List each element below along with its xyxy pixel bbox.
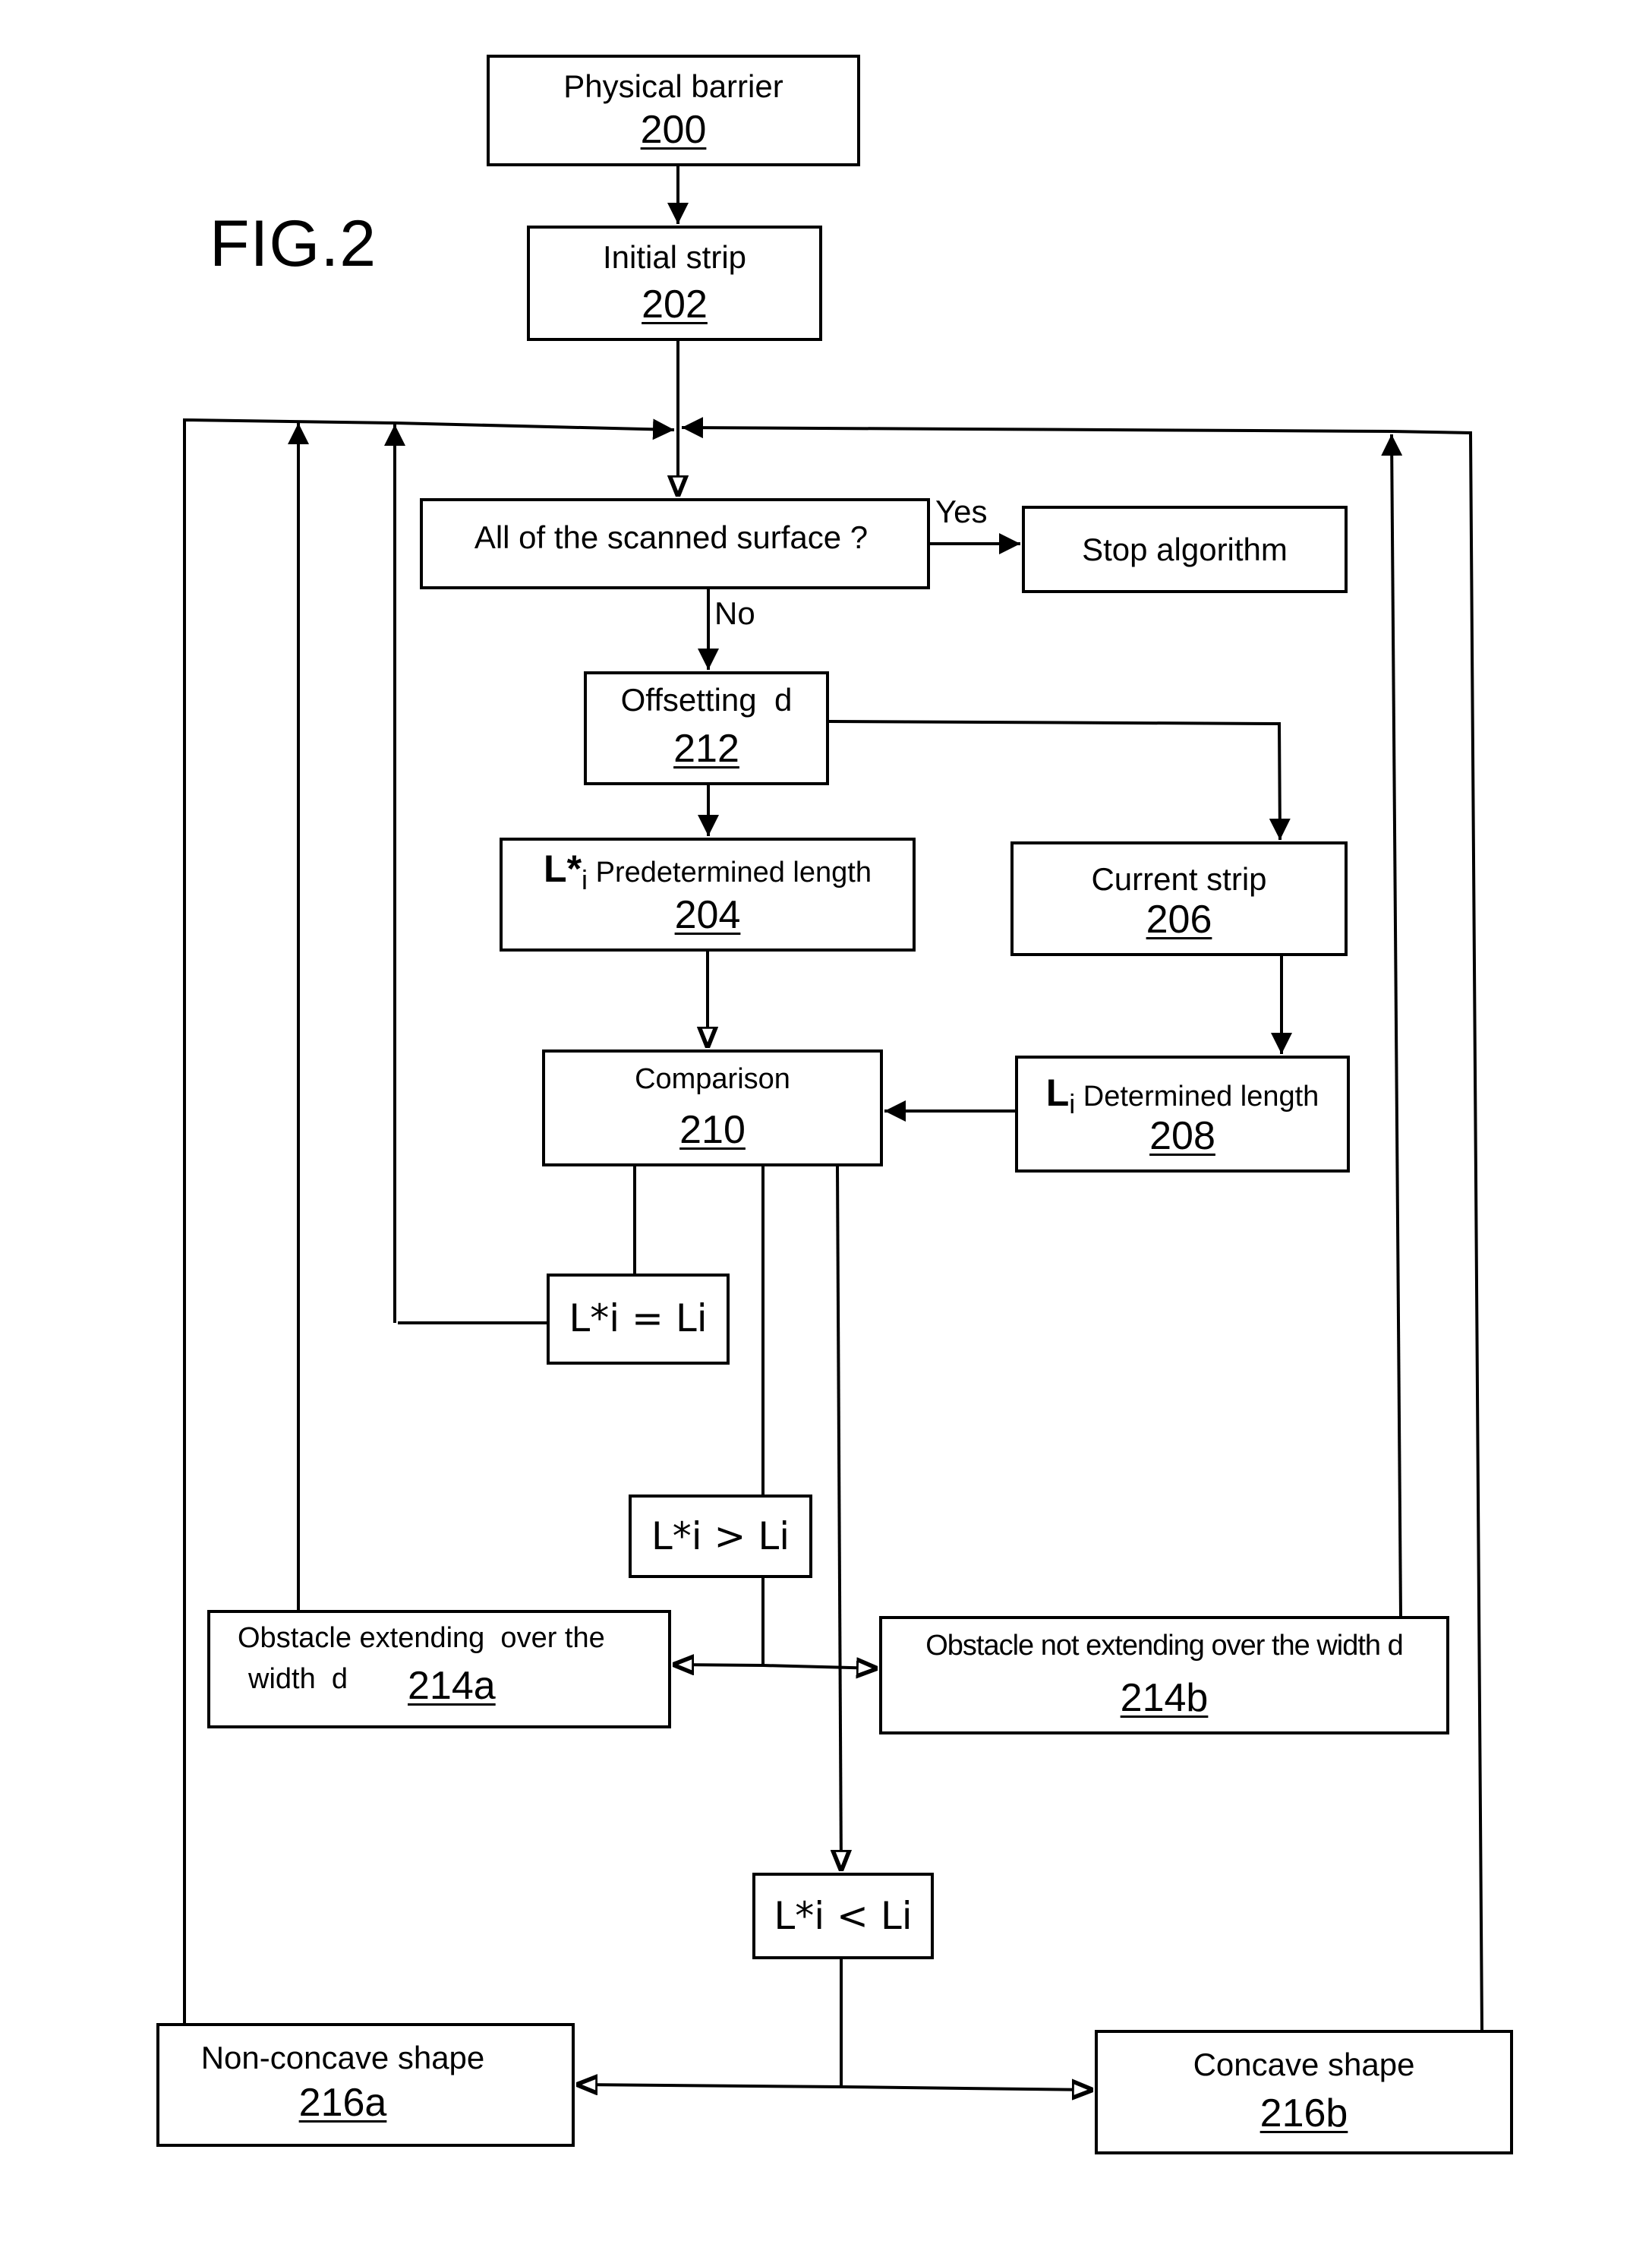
- edge-210-less: [837, 1166, 841, 1871]
- loop-top-left: [183, 418, 675, 2023]
- node-condition-equal: L*i = Li: [547, 1274, 730, 1365]
- node-ref: 202: [642, 282, 708, 327]
- node-ref: 212: [673, 727, 739, 771]
- node-concave-shape: Concave shape 216b: [1095, 2030, 1513, 2154]
- node-obstacle-not-extending: Obstacle not extending over the width d …: [879, 1616, 1449, 1734]
- node-label: Predetermined length: [595, 857, 872, 889]
- node-ref: 208: [1149, 1114, 1215, 1158]
- node-label: All of the scanned surface ?: [474, 519, 869, 555]
- node-label: Determined length: [1083, 1081, 1319, 1113]
- node-ref: 206: [1146, 898, 1212, 942]
- node-label: Initial strip: [602, 239, 747, 275]
- node-label: Stop algorithm: [1082, 532, 1288, 567]
- node-obstacle-extending: Obstacle extending over the width d 214a: [207, 1610, 671, 1728]
- symbol-l-star: L*: [544, 847, 582, 890]
- node-label: Current strip: [1091, 861, 1267, 897]
- node-decision-scanned-surface: All of the scanned surface ?: [420, 498, 930, 589]
- node-ref: 216a: [298, 2081, 387, 2125]
- node-comparison: Comparison 210: [542, 1049, 883, 1166]
- node-ref: 210: [679, 1108, 746, 1152]
- node-ref: 204: [674, 893, 741, 937]
- node-physical-barrier: Physical barrier 200: [487, 55, 860, 166]
- edge-greater-214b: [762, 1665, 878, 1668]
- symbol-subscript: i: [582, 864, 588, 895]
- node-condition-greater: L*i > Li: [629, 1495, 812, 1578]
- node-label: Obstacle not extending over the width d: [925, 1630, 1404, 1662]
- node-label-row: L*i Predetermined length: [503, 847, 913, 896]
- edge-less-216a: [576, 2085, 842, 2087]
- condition-label: L*i < Li: [774, 1894, 913, 1938]
- node-label: Non-concave shape: [200, 2040, 485, 2075]
- edge-label-yes: Yes: [935, 494, 988, 529]
- figure-title: FIG.2: [210, 207, 377, 280]
- node-ref: 214a: [408, 1664, 496, 1708]
- node-predetermined-length: L*i Predetermined length 204: [500, 838, 916, 952]
- node-label: Comparison: [635, 1063, 790, 1095]
- node-non-concave-shape: Non-concave shape 216a: [156, 2023, 575, 2147]
- node-ref: 214b: [1120, 1676, 1209, 1720]
- loop-top-right: [681, 417, 1483, 2031]
- edge-label-no: No: [714, 595, 755, 631]
- node-ref: 200: [640, 108, 707, 152]
- node-label: Concave shape: [1193, 2047, 1415, 2082]
- node-label: Offsetting d: [620, 682, 793, 718]
- node-label: Physical barrier: [563, 68, 783, 104]
- node-stop-algorithm: Stop algorithm: [1022, 506, 1348, 593]
- node-current-strip: Current strip 206: [1010, 841, 1348, 956]
- symbol-l: L: [1045, 1072, 1070, 1114]
- node-ref: 216b: [1259, 2091, 1348, 2135]
- condition-label: L*i = Li: [569, 1296, 708, 1340]
- node-condition-less: L*i < Li: [752, 1873, 934, 1959]
- node-determined-length: Li Determined length 208: [1015, 1056, 1350, 1173]
- node-offsetting: Offsetting d 212: [584, 671, 829, 785]
- edge-less-216b: [840, 2087, 1093, 2090]
- edge-212-206: [828, 720, 1291, 841]
- node-initial-strip: Initial strip 202: [527, 226, 822, 341]
- node-label-line1: Obstacle extending over the: [238, 1622, 605, 1654]
- loop-214b-up: [1381, 434, 1403, 1617]
- condition-label: L*i > Li: [651, 1514, 790, 1558]
